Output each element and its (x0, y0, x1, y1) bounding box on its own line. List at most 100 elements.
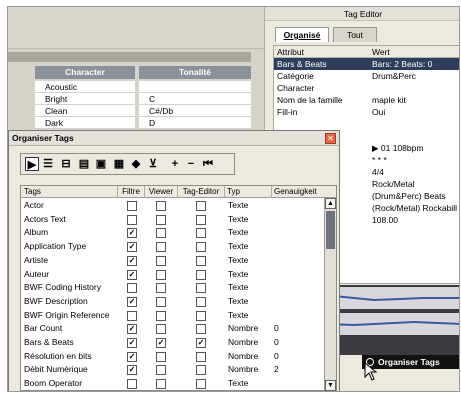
close-icon[interactable]: ✕ (325, 133, 336, 144)
tag-genauigkeit[interactable] (274, 281, 314, 294)
column-header-tags[interactable]: Tags (21, 186, 118, 198)
skip-icon[interactable]: ⏮ (201, 157, 215, 171)
tag-editor-wert[interactable]: 108.00 (372, 214, 459, 226)
filtre-checkbox[interactable]: ✓ (127, 338, 137, 348)
viewer-checkbox[interactable] (156, 283, 166, 294)
tag-type[interactable]: Texte (228, 213, 272, 226)
tag-genauigkeit[interactable] (274, 377, 314, 390)
editor-checkbox[interactable] (196, 214, 206, 225)
filtre-checkbox[interactable] (127, 201, 137, 211)
viewer-checkbox[interactable] (156, 214, 166, 225)
tag-editor-wert[interactable]: Oui (372, 106, 459, 118)
filtre-checkbox[interactable]: ✓ (127, 351, 137, 362)
filtre-checkbox[interactable]: ✓ (127, 269, 137, 280)
background-row-character[interactable]: Bright (35, 93, 135, 105)
tag-editor-wert[interactable]: (Rock/Metal) Rockabill (372, 202, 459, 214)
add-icon[interactable]: + (168, 157, 182, 171)
tag-row[interactable]: BWF Coding History Texte (21, 281, 321, 294)
column-header-tonalite[interactable]: Tonalité (139, 66, 251, 79)
viewer-checkbox[interactable] (156, 228, 166, 239)
tag-row[interactable]: Application Type ✓ Texte (21, 240, 321, 253)
tag-genauigkeit[interactable]: 2 (274, 363, 314, 376)
tag-row[interactable]: Album ✓ Texte (21, 226, 321, 239)
tag-genauigkeit[interactable] (274, 199, 314, 212)
background-row-tonalite[interactable]: C (139, 93, 251, 105)
tab-organise[interactable]: Organisé (275, 27, 329, 42)
tag-row[interactable]: Boom Operator Texte (21, 377, 321, 390)
viewer-checkbox[interactable] (156, 365, 166, 376)
stack-icon[interactable]: ▣ (94, 157, 108, 171)
filtre-checkbox[interactable]: ✓ (127, 365, 137, 376)
filtre-checkbox[interactable] (127, 283, 137, 294)
tag-type[interactable]: Texte (228, 377, 272, 390)
column-header-typ[interactable]: Typ (225, 186, 272, 198)
viewer-checkbox[interactable]: ✓ (156, 338, 166, 348)
tag-editor-wert[interactable]: 4/4 (372, 166, 459, 178)
tag-genauigkeit[interactable]: 0 (274, 322, 314, 335)
tag-type[interactable]: Texte (228, 254, 272, 267)
filtre-checkbox[interactable]: ✓ (127, 228, 137, 239)
tag-type[interactable]: Nombre (228, 363, 272, 376)
editor-checkbox[interactable] (196, 242, 206, 253)
column-header-filtre[interactable]: Filtre (118, 186, 145, 198)
editor-checkbox[interactable] (196, 296, 206, 307)
editor-checkbox[interactable] (196, 255, 206, 266)
tag-editor-row[interactable]: Character (274, 82, 459, 94)
table-icon[interactable]: ▦ (112, 157, 126, 171)
tag-type[interactable]: Texte (228, 295, 272, 308)
column-header-genauigkeit[interactable]: Genauigkeit (272, 186, 336, 198)
editor-checkbox[interactable] (196, 365, 206, 376)
editor-checkbox[interactable]: ✓ (196, 338, 206, 348)
tag-row[interactable]: Actor Texte (21, 199, 321, 212)
viewer-checkbox[interactable] (156, 351, 166, 362)
tag-editor-wert[interactable]: maple kit (372, 94, 459, 106)
align-middle-icon[interactable]: ⊟ (59, 157, 73, 171)
tag-type[interactable]: Texte (228, 268, 272, 281)
tag-row[interactable]: BWF Description ✓ Texte (21, 295, 321, 308)
background-row-tonalite[interactable]: C#/Db (139, 105, 251, 117)
tag-type[interactable]: Texte (228, 226, 272, 239)
tag-type[interactable]: Nombre (228, 322, 272, 335)
editor-checkbox[interactable] (196, 310, 206, 321)
tag-type[interactable]: Texte (228, 240, 272, 253)
tag-genauigkeit[interactable]: 0 (274, 336, 314, 349)
tag-type[interactable]: Texte (228, 309, 272, 322)
editor-checkbox[interactable] (196, 283, 206, 294)
tag-editor-wert[interactable] (372, 118, 459, 130)
tag-editor-row[interactable]: Fill-in Oui (274, 106, 459, 118)
tag-editor-wert[interactable]: ▶ 01 108bpm (372, 142, 459, 154)
select-arrow-icon[interactable]: ▶ (25, 157, 39, 171)
remove-icon[interactable]: − (184, 157, 198, 171)
editor-checkbox[interactable] (196, 351, 206, 362)
filtre-checkbox[interactable] (127, 310, 137, 321)
tag-genauigkeit[interactable] (274, 254, 314, 267)
background-row-character[interactable]: Dark (35, 117, 135, 129)
tag-editor-wert[interactable]: * * * (372, 154, 459, 166)
viewer-checkbox[interactable] (156, 255, 166, 266)
background-row-tonalite[interactable] (139, 81, 251, 93)
tag-genauigkeit[interactable]: 0 (274, 350, 314, 363)
tag-editor-row[interactable] (274, 118, 459, 130)
editor-checkbox[interactable] (196, 379, 206, 390)
tag-type[interactable]: Texte (228, 281, 272, 294)
viewer-checkbox[interactable] (156, 379, 166, 390)
tag-genauigkeit[interactable] (274, 309, 314, 322)
viewer-checkbox[interactable] (156, 201, 166, 211)
tag-row[interactable]: Actors Text Texte (21, 213, 321, 226)
column-header-viewer[interactable]: Viewer (145, 186, 178, 198)
tag-row[interactable]: Auteur ✓ Texte (21, 268, 321, 281)
vertical-scrollbar[interactable]: ▲ ▼ (324, 198, 336, 391)
filtre-checkbox[interactable]: ✓ (127, 324, 137, 335)
tag-genauigkeit[interactable] (274, 240, 314, 253)
tag-editor-row[interactable]: Bars & Beats Bars: 2 Beats: 0 (274, 58, 459, 70)
tag-row[interactable]: Artiste ✓ Texte (21, 254, 321, 267)
viewer-checkbox[interactable] (156, 310, 166, 321)
column-header-attribut[interactable]: Attribut (277, 46, 367, 58)
tag-genauigkeit[interactable] (274, 213, 314, 226)
column-header-tag-editor[interactable]: Tag-Editor (178, 186, 225, 198)
tag-genauigkeit[interactable] (274, 226, 314, 239)
tag-editor-wert[interactable]: Drum&Perc (372, 70, 459, 82)
tag-type[interactable]: Nombre (228, 350, 272, 363)
background-scrollbar[interactable] (8, 52, 251, 62)
tag-row[interactable]: Résolution en bits ✓ Nombre 0 (21, 350, 321, 363)
